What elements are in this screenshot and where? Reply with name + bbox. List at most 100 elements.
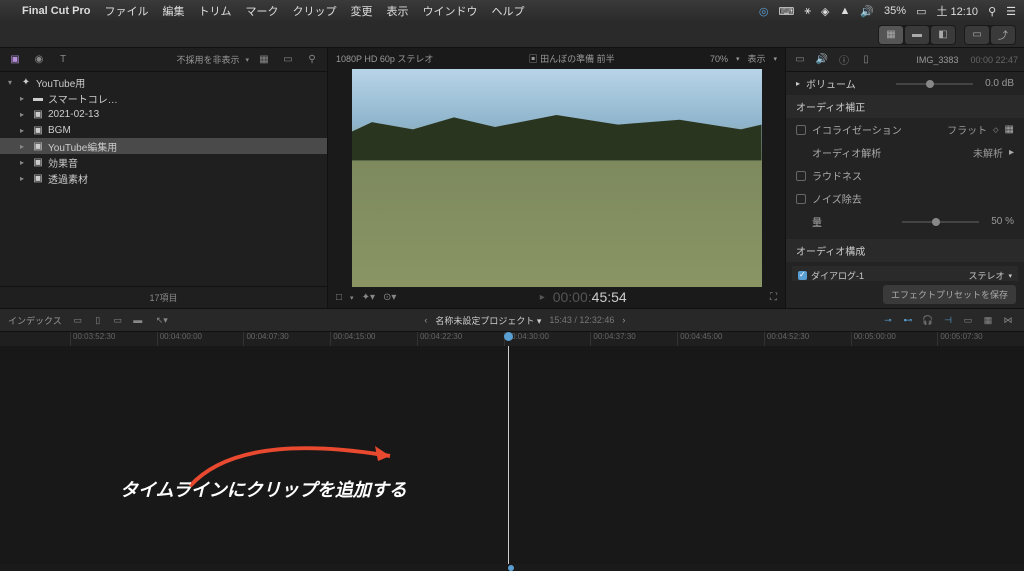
- transitions-icon[interactable]: ⋈: [1000, 313, 1016, 327]
- menu-clip[interactable]: クリップ: [292, 3, 336, 19]
- index-button[interactable]: インデックス: [8, 314, 62, 327]
- sidebar-item-bgm[interactable]: ▸ ▣ BGM: [0, 122, 327, 138]
- snapping-icon[interactable]: ⊣: [940, 313, 956, 327]
- disclosure-triangle-icon[interactable]: ▸: [20, 126, 28, 135]
- control-center-icon[interactable]: ☰: [1006, 5, 1016, 18]
- retime-tool-icon[interactable]: ⊙▾: [383, 292, 396, 303]
- share-inspector-icon[interactable]: ▯: [858, 52, 874, 68]
- playhead-back-icon[interactable]: ▸: [540, 292, 545, 303]
- inspector-toggle[interactable]: ◧: [931, 26, 955, 44]
- tools-icon[interactable]: ↖▾: [154, 313, 170, 327]
- timeline-area[interactable]: タイムラインにクリップを追加する: [0, 346, 1024, 564]
- insert-clip-icon[interactable]: ▯: [90, 313, 106, 327]
- noise-checkbox[interactable]: [796, 194, 806, 204]
- sidebar-item-smart[interactable]: ▸ ▬ スマートコレ…: [0, 90, 327, 106]
- menu-trim[interactable]: トリム: [198, 3, 231, 19]
- sidebar-item-alpha[interactable]: ▸ ▣ 透過素材: [0, 170, 327, 186]
- library-star-icon: ✦: [20, 77, 32, 88]
- ruler-mark: 00:04:52:30: [764, 332, 851, 346]
- connect-clip-icon[interactable]: ▭: [70, 313, 86, 327]
- share-button[interactable]: ⤴: [991, 26, 1015, 44]
- disclosure-triangle-icon[interactable]: ▾: [8, 78, 16, 87]
- workspace-switcher[interactable]: ▦ ▬ ◧: [878, 25, 956, 45]
- timeline-header: インデックス ▭ ▯ ▭ ▬ ↖▾ ‹ 名称未設定プロジェクト ▾ 15:43 …: [0, 308, 1024, 332]
- sidebar-item-event[interactable]: ▸ ▣ 2021-02-13: [0, 106, 327, 122]
- library-icon[interactable]: ▣: [6, 52, 24, 68]
- channel-config[interactable]: ステレオ: [968, 269, 1004, 281]
- solo-icon[interactable]: 🎧: [920, 313, 936, 327]
- enhance-tool-icon[interactable]: ✦▾: [362, 292, 375, 303]
- project-timecode: 15:43 / 12:32:46: [549, 315, 614, 325]
- volume-value[interactable]: 0.0 dB: [985, 78, 1014, 89]
- effects-browser-toggle[interactable]: ▭: [965, 26, 989, 44]
- library-root[interactable]: ▾ ✦ YouTube用: [0, 74, 327, 90]
- sidebar-item-youtube-edit[interactable]: ▸ ▣ YouTube編集用: [0, 138, 327, 154]
- fullscreen-icon[interactable]: ⛶: [770, 292, 777, 303]
- clip-appearance-icon[interactable]: ▦: [255, 52, 273, 68]
- ruler-mark: 00:04:37:30: [590, 332, 677, 346]
- timeline-history-back-icon[interactable]: ‹: [424, 315, 427, 325]
- eq-checkbox[interactable]: [796, 125, 806, 135]
- transform-tool-icon[interactable]: □: [336, 292, 342, 303]
- wifi-icon[interactable]: ◈: [821, 5, 829, 18]
- timeline-history-fwd-icon[interactable]: ›: [622, 315, 625, 325]
- menu-edit[interactable]: 編集: [162, 3, 184, 19]
- noise-amount-slider[interactable]: [902, 221, 980, 223]
- view-menu[interactable]: 表示: [747, 52, 765, 65]
- keyboard-icon[interactable]: ⌨: [778, 5, 794, 18]
- save-preset-button[interactable]: エフェクトプリセットを保存: [883, 285, 1016, 304]
- disclosure-triangle-icon[interactable]: ▸: [20, 94, 28, 103]
- effects-icon[interactable]: ▦: [980, 313, 996, 327]
- filter-dropdown[interactable]: 不採用を非表示: [176, 53, 239, 66]
- speaker-icon[interactable]: 🔊: [860, 5, 874, 18]
- menu-file[interactable]: ファイル: [104, 3, 148, 19]
- clip-appearance-icon[interactable]: ▭: [960, 313, 976, 327]
- append-clip-icon[interactable]: ▭: [110, 313, 126, 327]
- eq-editor-icon[interactable]: ▦: [1005, 124, 1014, 135]
- audio-inspector-icon[interactable]: 🔊: [814, 52, 830, 68]
- overwrite-clip-icon[interactable]: ▬: [130, 313, 146, 327]
- playhead[interactable]: [508, 346, 509, 564]
- loudness-checkbox[interactable]: [796, 171, 806, 181]
- analyze-icon[interactable]: ▸: [1009, 147, 1014, 158]
- menu-help[interactable]: ヘルプ: [491, 3, 524, 19]
- menu-window[interactable]: ウインドウ: [422, 3, 477, 19]
- menu-mark[interactable]: マーク: [245, 3, 278, 19]
- clock[interactable]: 土 12:10: [936, 3, 978, 19]
- menu-modify[interactable]: 変更: [350, 3, 372, 19]
- info-inspector-icon[interactable]: ⓘ: [836, 52, 852, 68]
- project-name[interactable]: 名称未設定プロジェクト ▾: [435, 314, 541, 327]
- sidebar-item-sfx[interactable]: ▸ ▣ 効果音: [0, 154, 327, 170]
- volume-icon[interactable]: ▲: [839, 5, 850, 17]
- eq-preset[interactable]: フラット: [947, 122, 987, 137]
- photos-icon[interactable]: ◉: [30, 52, 48, 68]
- app-toolbar: ▦ ▬ ◧ ▭ ⤴: [0, 22, 1024, 48]
- viewer-pane: 1080P HD 60p ステレオ ▣ 田んぼの準備 前半 70% ▾ 表示 ▾…: [328, 48, 786, 308]
- app-name[interactable]: Final Cut Pro: [22, 5, 90, 17]
- bluetooth-icon[interactable]: ⚹: [804, 5, 811, 18]
- spotlight-icon[interactable]: ⚲: [988, 5, 996, 18]
- timeline-toggle[interactable]: ▬: [905, 26, 929, 44]
- dialog1-checkbox[interactable]: [798, 271, 807, 280]
- skimming-icon[interactable]: ⊸: [880, 313, 896, 327]
- filmstrip-icon[interactable]: ▭: [279, 52, 297, 68]
- search-icon[interactable]: ⚲: [303, 52, 321, 68]
- noise-amount-value[interactable]: 50 %: [991, 216, 1014, 227]
- ruler-mark: 00:04:15:00: [330, 332, 417, 346]
- zoom-level[interactable]: 70%: [710, 54, 728, 64]
- menu-view[interactable]: 表示: [386, 3, 408, 19]
- disclosure-triangle-icon[interactable]: ▸: [20, 142, 28, 151]
- disclosure-triangle-icon[interactable]: ▸: [20, 158, 28, 167]
- status-icon[interactable]: ◎: [759, 5, 769, 18]
- analysis-value: 未解析: [973, 145, 1003, 160]
- audio-skimming-icon[interactable]: ⊷: [900, 313, 916, 327]
- browser-toggle[interactable]: ▦: [879, 26, 903, 44]
- video-inspector-icon[interactable]: ▭: [792, 52, 808, 68]
- viewer-canvas[interactable]: [328, 69, 785, 287]
- disclosure-triangle-icon[interactable]: ▸: [20, 110, 28, 119]
- titles-icon[interactable]: T: [54, 52, 72, 68]
- disclosure-triangle-icon[interactable]: ▸: [20, 174, 28, 183]
- chevron-icon[interactable]: ◇: [993, 126, 998, 134]
- volume-slider[interactable]: [896, 83, 974, 85]
- volume-disclosure-icon[interactable]: ▸: [796, 79, 800, 88]
